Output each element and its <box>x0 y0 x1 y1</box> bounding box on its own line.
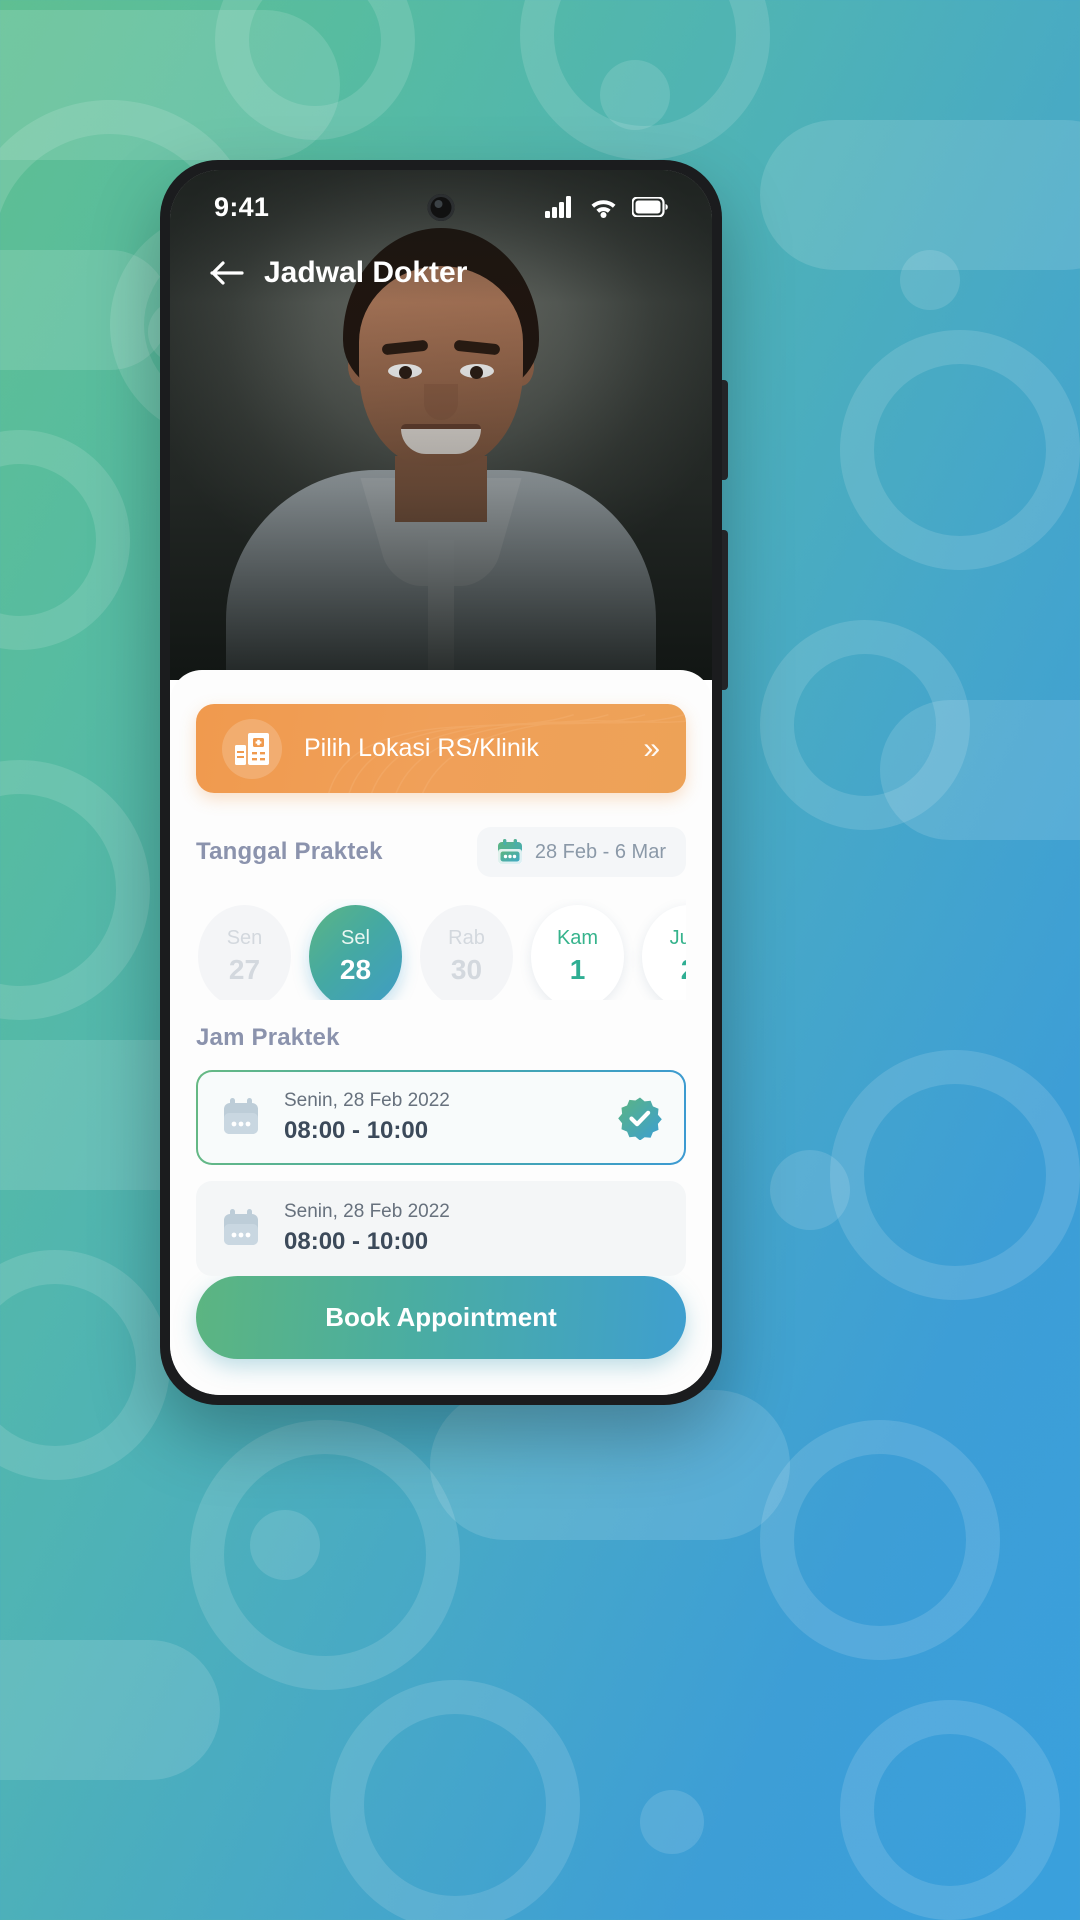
day-chip-sen-27: Sen 27 <box>198 905 291 1000</box>
calendar-icon <box>497 839 522 865</box>
day-chip-number: 27 <box>228 954 261 986</box>
dates-section-header: Tanggal Praktek 28 Feb - 6 Mar <box>196 827 686 878</box>
wifi-icon <box>591 200 616 218</box>
day-chip-dow: Sen <box>226 927 263 950</box>
calendar-icon <box>224 1208 258 1245</box>
chevron-double-right-icon: » <box>643 731 660 765</box>
time-slot-text: Senin, 28 Feb 2022 08:00 - 10:00 <box>284 1201 662 1256</box>
battery-icon <box>632 197 668 217</box>
volume-button[interactable] <box>722 530 728 690</box>
front-camera-icon <box>427 194 455 221</box>
time-slot-date: Senin, 28 Feb 2022 <box>284 1201 450 1222</box>
phone-screen: 9:41 Jadwal Dokter Pilih Lokasi RS/Klini… <box>170 170 712 1395</box>
time-slot[interactable]: Senin, 28 Feb 2022 08:00 - 10:00 <box>196 1070 686 1165</box>
doctor-hero-image <box>170 170 712 680</box>
phone-frame: 9:41 Jadwal Dokter Pilih Lokasi RS/Klini… <box>160 160 728 1405</box>
time-slot-time: 08:00 - 10:00 <box>284 1117 429 1144</box>
app-bar: Jadwal Dokter <box>170 256 712 290</box>
power-button[interactable] <box>722 380 728 480</box>
booking-sheet: Pilih Lokasi RS/Klinik » Tanggal Praktek <box>170 670 712 1395</box>
date-range-chip[interactable]: 28 Feb - 6 Mar <box>476 827 686 878</box>
hospital-icon <box>235 732 269 765</box>
day-chip-dow: Jum <box>669 927 686 950</box>
day-chip-number: 1 <box>569 954 586 986</box>
day-chip-dow: Sel <box>341 927 370 950</box>
day-chip-number: 28 <box>339 954 372 986</box>
time-slot-text: Senin, 28 Feb 2022 08:00 - 10:00 <box>284 1090 596 1145</box>
day-chip-dow: Kam <box>556 927 599 950</box>
calendar-icon <box>224 1097 258 1134</box>
hospital-icon-wrap <box>222 718 282 779</box>
check-badge-icon <box>618 1097 662 1140</box>
signal-bars-icon <box>545 196 571 218</box>
arrow-left-icon[interactable] <box>210 260 244 286</box>
hours-section-title: Jam Praktek <box>196 1024 340 1051</box>
time-slot-time: 08:00 - 10:00 <box>284 1228 429 1255</box>
location-label: Pilih Lokasi RS/Klinik <box>304 734 539 763</box>
time-slot-list: Senin, 28 Feb 2022 08:00 - 10:00 Senin, 2… <box>196 1070 686 1276</box>
hero-scrim <box>170 170 712 680</box>
day-chip-dow: Rab <box>448 927 485 950</box>
page-title: Jadwal Dokter <box>264 256 468 289</box>
hours-section-header: Jam Praktek <box>196 1024 686 1052</box>
day-chip-rab-30: Rab 30 <box>420 905 513 1000</box>
day-chip-jum-2[interactable]: Jum 2 <box>642 905 686 1000</box>
status-time: 9:41 <box>214 191 270 222</box>
book-appointment-button[interactable]: Book Appointment <box>196 1276 686 1359</box>
time-slot[interactable]: Senin, 28 Feb 2022 08:00 - 10:00 <box>196 1181 686 1276</box>
status-icons <box>545 196 668 218</box>
dates-section-title: Tanggal Praktek <box>196 838 383 866</box>
day-chip-number: 30 <box>450 954 483 986</box>
date-range-label: 28 Feb - 6 Mar <box>534 840 666 863</box>
time-slot-date: Senin, 28 Feb 2022 <box>284 1090 450 1111</box>
day-chip-number: 2 <box>681 954 686 986</box>
day-selector-strip[interactable]: Sen27Sel28Rab30Kam1Jum2Sab28 <box>196 899 686 1000</box>
day-chip-sel-28[interactable]: Sel 28 <box>309 905 402 1000</box>
select-location-button[interactable]: Pilih Lokasi RS/Klinik » <box>196 704 686 794</box>
day-chip-kam-1[interactable]: Kam 1 <box>531 905 624 1000</box>
